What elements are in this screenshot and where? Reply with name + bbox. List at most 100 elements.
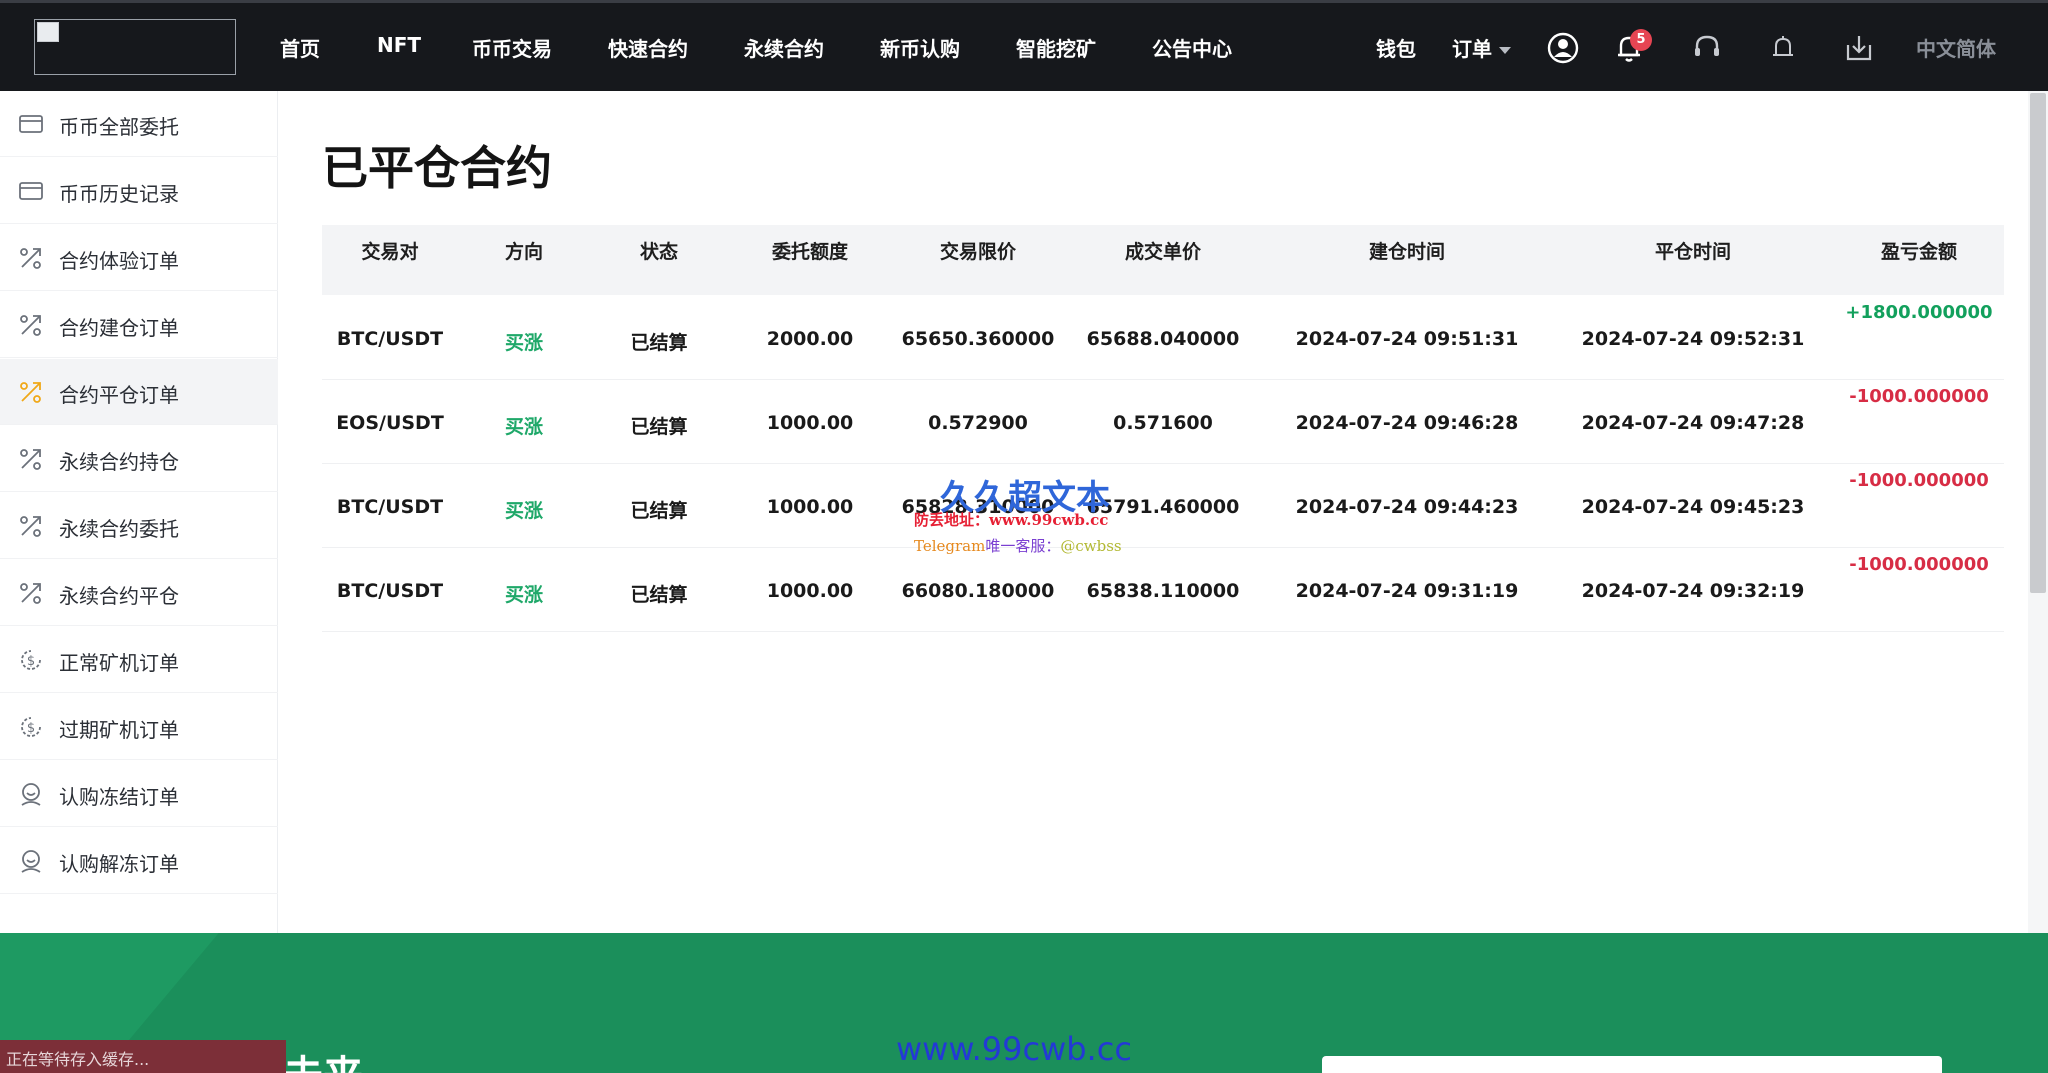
watermark-telegram: Telegram [914, 537, 986, 555]
cell-limit-price: 66080.180000 [901, 580, 1055, 602]
column-header-direction: 方向 [504, 241, 544, 263]
footer-heading: 未来 [283, 1043, 363, 1073]
cell-status: 已结算 [630, 332, 688, 354]
face-icon [21, 850, 41, 873]
table-row: BTC/USDT 买涨 已结算 1000.00 66080.180000 658… [322, 548, 2004, 632]
column-header-status: 状态 [639, 241, 679, 263]
nav-wallet[interactable]: 钱包 [1376, 33, 1416, 62]
broken-image-icon [37, 22, 59, 42]
sidebar-item-label: 永续合约平仓 [59, 584, 179, 608]
percent-icon [20, 516, 41, 537]
cell-limit-price: 0.572900 [928, 412, 1028, 434]
nav-orders-label: 订单 [1452, 37, 1492, 61]
sidebar-item-subscription-unfrozen[interactable]: 认购解冻订单 [0, 828, 278, 894]
dollar-cycle-icon: $ [21, 650, 41, 670]
sidebar-item-subscription-frozen[interactable]: 认购冻结订单 [0, 761, 278, 827]
nav-item-quick-contract[interactable]: 快速合约 [608, 33, 688, 62]
cell-amount: 2000.00 [766, 328, 854, 350]
nav-item-ipo[interactable]: 新币认购 [880, 33, 960, 62]
sidebar-item-perpetual-closed[interactable]: 永续合约平仓 [0, 560, 278, 626]
cell-direction: 买涨 [504, 332, 544, 354]
column-header-pair: 交易对 [361, 241, 419, 263]
sidebar-item-contract-trial[interactable]: 合约体验订单 [0, 225, 278, 291]
logo-image[interactable] [34, 19, 236, 75]
column-header-deal-price: 成交单价 [1124, 241, 1202, 263]
cell-close-time: 2024-07-24 09:52:31 [1581, 328, 1805, 350]
cell-deal-price: 65688.040000 [1086, 328, 1240, 350]
cell-pair: EOS/USDT [336, 412, 444, 434]
sidebar-item-label: 币币历史记录 [59, 182, 179, 206]
sidebar-item-label: 过期矿机订单 [59, 718, 179, 742]
nav-item-home[interactable]: 首页 [280, 33, 320, 62]
cell-close-time: 2024-07-24 09:32:19 [1581, 580, 1805, 602]
sidebar-item-contract-closed[interactable]: 合约平仓订单 [0, 359, 278, 425]
cell-pnl: -1000.000000 [1849, 470, 1989, 491]
cell-deal-price: 0.571600 [1113, 412, 1213, 434]
nav-item-perpetual[interactable]: 永续合约 [744, 33, 824, 62]
sidebar-item-perpetual-orders[interactable]: 永续合约委托 [0, 493, 278, 559]
cell-direction: 买涨 [504, 584, 544, 606]
column-header-pnl: 盈亏金额 [1880, 241, 1958, 263]
column-header-close-time: 平仓时间 [1654, 241, 1732, 263]
cell-open-time: 2024-07-24 09:31:19 [1295, 580, 1519, 602]
sidebar-item-label: 认购冻结订单 [59, 785, 179, 809]
nav-item-announcements[interactable]: 公告中心 [1152, 33, 1232, 62]
scrollbar-thumb[interactable] [2030, 93, 2046, 593]
nav-orders-dropdown[interactable]: 订单 [1452, 33, 1511, 62]
sidebar-item-label: 认购解冻订单 [59, 852, 179, 876]
percent-icon [20, 248, 41, 269]
sidebar-item-spot-all-orders[interactable]: 币币全部委托 [0, 91, 278, 157]
sidebar-item-label: 永续合约持仓 [59, 450, 179, 474]
wallet-icon [19, 115, 43, 133]
sidebar-item-spot-history[interactable]: 币币历史记录 [0, 158, 278, 224]
cell-limit-price: 65650.360000 [901, 328, 1055, 350]
cell-deal-price: 65838.110000 [1086, 580, 1240, 602]
sidebar-item-label: 币币全部委托 [59, 115, 179, 139]
percent-icon [20, 449, 41, 470]
cell-amount: 1000.00 [766, 412, 854, 434]
column-header-open-time: 建仓时间 [1368, 241, 1446, 263]
cell-status: 已结算 [630, 584, 688, 606]
sidebar-item-label: 永续合约委托 [59, 517, 179, 541]
column-header-limit-price: 交易限价 [939, 241, 1017, 263]
cell-status: 已结算 [630, 416, 688, 438]
cell-pnl: -1000.000000 [1849, 386, 1989, 407]
sidebar-item-mining-expired[interactable]: $ 过期矿机订单 [0, 694, 278, 760]
sidebar-item-label: 正常矿机订单 [59, 651, 179, 675]
download-icon[interactable] [1842, 31, 1876, 65]
cell-pnl: -1000.000000 [1849, 554, 1989, 575]
cell-pnl: +1800.000000 [1845, 302, 1993, 323]
page-title: 已平仓合约 [322, 141, 552, 195]
cell-direction: 买涨 [504, 416, 544, 438]
notification-badge: 5 [1630, 29, 1652, 51]
wallet-icon [19, 182, 43, 200]
cell-close-time: 2024-07-24 09:45:23 [1581, 496, 1805, 518]
cell-amount: 1000.00 [766, 496, 854, 518]
user-icon[interactable] [1546, 31, 1580, 65]
nav-item-spot[interactable]: 币币交易 [472, 33, 552, 62]
sidebar-item-perpetual-positions[interactable]: 永续合约持仓 [0, 426, 278, 492]
top-nav: 首页 NFT 币币交易 快速合约 永续合约 新币认购 智能挖矿 公告中心 钱包 … [0, 0, 2048, 91]
headset-icon[interactable] [1690, 31, 1724, 65]
language-selector[interactable]: 中文简体 [1916, 33, 1996, 62]
footer-input-box[interactable] [1322, 1056, 1942, 1073]
column-header-amount: 委托额度 [771, 241, 849, 263]
sidebar-item-contract-open[interactable]: 合约建仓订单 [0, 292, 278, 358]
sidebar-item-mining-normal[interactable]: $ 正常矿机订单 [0, 627, 278, 693]
bell-outline-icon[interactable] [1766, 31, 1800, 65]
cell-pair: BTC/USDT [336, 328, 444, 350]
browser-status-bar: 正在等待存入缓存... [0, 1040, 286, 1073]
percent-icon [20, 315, 41, 336]
nav-item-nft[interactable]: NFT [377, 33, 421, 57]
cell-open-time: 2024-07-24 09:46:28 [1295, 412, 1519, 434]
table-row: EOS/USDT 买涨 已结算 1000.00 0.572900 0.57160… [322, 380, 2004, 464]
face-icon [21, 783, 41, 806]
watermark-contact: Telegram唯一客服：@cwbss [914, 535, 1122, 556]
percent-icon [20, 583, 41, 604]
table-row: BTC/USDT 买涨 已结算 2000.00 65650.360000 656… [322, 296, 2004, 380]
cell-pair: BTC/USDT [336, 496, 444, 518]
dollar-cycle-icon: $ [21, 717, 41, 737]
chevron-down-icon [1499, 47, 1511, 54]
sidebar-item-label: 合约体验订单 [59, 249, 179, 273]
nav-item-mining[interactable]: 智能挖矿 [1016, 33, 1096, 62]
